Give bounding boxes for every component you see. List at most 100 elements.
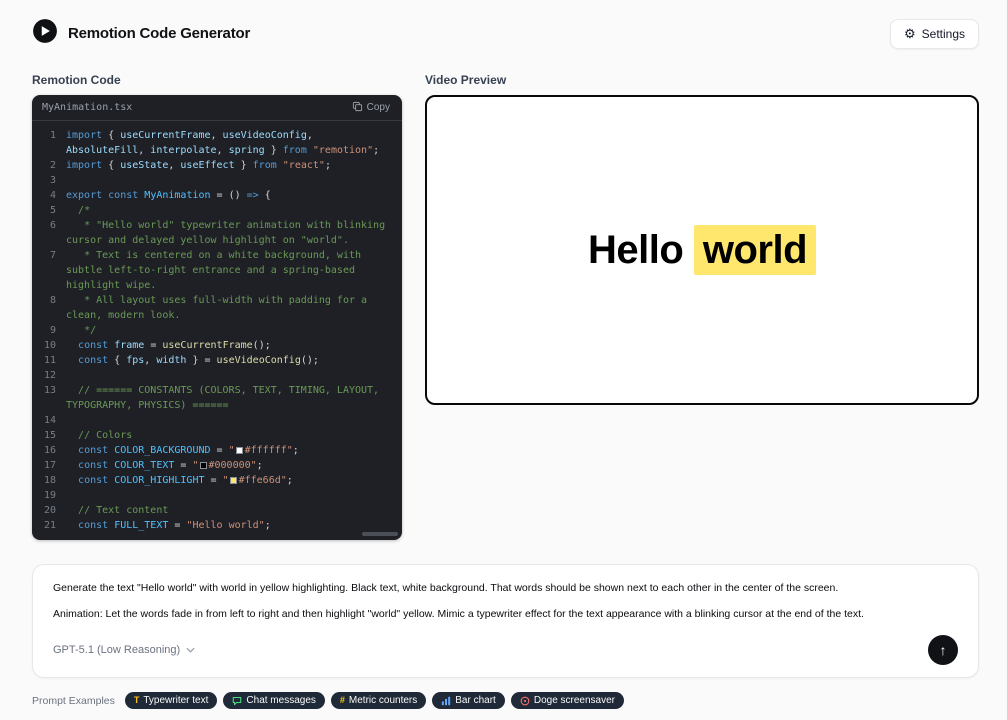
editor-scrollbar[interactable] bbox=[362, 532, 398, 536]
copy-button[interactable]: Copy bbox=[350, 99, 392, 117]
code-token: MyAnimation bbox=[144, 190, 210, 201]
code-line: 19 bbox=[32, 488, 394, 503]
line-number: 16 bbox=[32, 443, 56, 458]
example-pill-typewriter-text[interactable]: TTypewriter text bbox=[125, 692, 218, 709]
code-token: interpolate bbox=[150, 145, 216, 156]
code-token: useEffect bbox=[180, 160, 234, 171]
code-token: FULL_TEXT bbox=[114, 520, 168, 531]
code-token bbox=[66, 415, 72, 426]
code-text: const COLOR_BACKGROUND = "#ffffff"; bbox=[66, 443, 394, 458]
code-text: const COLOR_TEXT = "#000000"; bbox=[66, 458, 394, 473]
code-token: = bbox=[211, 445, 229, 456]
code-token: } bbox=[265, 145, 283, 156]
example-pill-doge-screensaver[interactable]: Doge screensaver bbox=[511, 692, 624, 709]
code-text bbox=[66, 413, 394, 428]
code-token: , bbox=[307, 130, 319, 141]
code-text: // Colors bbox=[66, 428, 394, 443]
code-token: AbsoluteFill bbox=[66, 145, 138, 156]
code-line: 18 const COLOR_HIGHLIGHT = "#ffe66d"; bbox=[32, 473, 394, 488]
code-text: export const MyAnimation = () => { bbox=[66, 188, 394, 203]
code-token: { bbox=[102, 130, 120, 141]
code-token: = bbox=[168, 520, 186, 531]
code-line: 11 const { fps, width } = useVideoConfig… bbox=[32, 353, 394, 368]
code-token: import bbox=[66, 160, 102, 171]
prompt-examples-label: Prompt Examples bbox=[32, 695, 115, 707]
line-number: 9 bbox=[32, 323, 56, 338]
code-token: { bbox=[102, 160, 120, 171]
chevron-down-icon bbox=[186, 647, 195, 653]
code-line: 8 * All layout uses full-width with padd… bbox=[32, 293, 394, 323]
example-pill-label: Metric counters bbox=[349, 695, 417, 706]
preview-section-label: Video Preview bbox=[425, 73, 979, 87]
code-token: ; bbox=[325, 160, 331, 171]
code-token: ; bbox=[265, 520, 271, 531]
code-column: Remotion Code MyAnimation.tsx Copy 1impo… bbox=[32, 49, 402, 540]
prompt-card: Generate the text "Hello world" with wor… bbox=[32, 564, 979, 678]
code-token: const bbox=[78, 475, 108, 486]
line-number: 6 bbox=[32, 218, 56, 248]
code-token: export bbox=[66, 190, 102, 201]
line-number: 7 bbox=[32, 248, 56, 293]
code-token: = bbox=[144, 340, 162, 351]
code-token: COLOR_TEXT bbox=[114, 460, 174, 471]
preview-text-plain: Hello bbox=[588, 228, 694, 272]
settings-button[interactable]: ⚙ Settings bbox=[890, 19, 979, 49]
line-number: 4 bbox=[32, 188, 56, 203]
code-token: useCurrentFrame bbox=[162, 340, 252, 351]
example-pill-metric-counters[interactable]: # Metric counters bbox=[331, 692, 426, 709]
code-token: , bbox=[138, 145, 150, 156]
code-token bbox=[66, 355, 78, 366]
hash-icon: # bbox=[340, 696, 345, 705]
code-token: const bbox=[78, 460, 108, 471]
code-token bbox=[66, 460, 78, 471]
examples-bar: Prompt Examples TTypewriter text Chat mes… bbox=[32, 692, 979, 709]
line-number: 11 bbox=[32, 353, 56, 368]
code-token: const bbox=[78, 445, 108, 456]
code-token bbox=[66, 175, 72, 186]
code-token bbox=[66, 475, 78, 486]
code-token bbox=[66, 370, 72, 381]
code-line: 1import { useCurrentFrame, useVideoConfi… bbox=[32, 128, 394, 158]
code-token: = () bbox=[211, 190, 247, 201]
code-text: const FULL_TEXT = "Hello world"; bbox=[66, 518, 394, 533]
submit-button[interactable]: ↑ bbox=[928, 635, 958, 665]
code-token: " bbox=[192, 460, 198, 471]
code-text: * All layout uses full-width with paddin… bbox=[66, 293, 394, 323]
example-pill-chat-messages[interactable]: Chat messages bbox=[223, 692, 324, 709]
settings-label: Settings bbox=[922, 27, 965, 41]
code-line: 13 // ====== CONSTANTS (COLORS, TEXT, TI… bbox=[32, 383, 394, 413]
code-token: * All layout uses full-width with paddin… bbox=[66, 295, 373, 321]
code-text: const COLOR_HIGHLIGHT = "#ffe66d"; bbox=[66, 473, 394, 488]
code-token: from bbox=[283, 145, 307, 156]
line-number: 8 bbox=[32, 293, 56, 323]
bar-chart-icon bbox=[441, 696, 451, 706]
code-token: "react" bbox=[283, 160, 325, 171]
code-text: const frame = useCurrentFrame(); bbox=[66, 338, 394, 353]
code-token: #000000" bbox=[209, 460, 257, 471]
code-text: // Text content bbox=[66, 503, 394, 518]
color-swatch-icon bbox=[230, 477, 237, 484]
code-line: 5 /* bbox=[32, 203, 394, 218]
code-text bbox=[66, 488, 394, 503]
example-pill-bar-chart[interactable]: Bar chart bbox=[432, 692, 505, 709]
code-token: => bbox=[247, 190, 259, 201]
code-text: import { useCurrentFrame, useVideoConfig… bbox=[66, 128, 394, 158]
editor-header: MyAnimation.tsx Copy bbox=[32, 95, 402, 121]
line-number: 20 bbox=[32, 503, 56, 518]
code-token: * Text is centered on a white background… bbox=[66, 250, 367, 291]
code-token: "remotion" bbox=[313, 145, 373, 156]
copy-icon bbox=[352, 101, 363, 115]
code-token: = bbox=[205, 475, 223, 486]
code-token: COLOR_BACKGROUND bbox=[114, 445, 210, 456]
code-lines: 1import { useCurrentFrame, useVideoConfi… bbox=[32, 121, 402, 540]
code-token: // ====== CONSTANTS (COLORS, TEXT, TIMIN… bbox=[66, 385, 385, 411]
model-selector-label: GPT-5.1 (Low Reasoning) bbox=[53, 644, 180, 656]
video-preview: Hello world bbox=[425, 95, 979, 405]
example-pills: TTypewriter text Chat messages # Metric cou… bbox=[125, 692, 624, 709]
code-token: // Colors bbox=[66, 430, 132, 441]
model-selector[interactable]: GPT-5.1 (Low Reasoning) bbox=[53, 644, 195, 656]
code-token: const bbox=[78, 355, 108, 366]
line-number: 12 bbox=[32, 368, 56, 383]
code-token: useVideoConfig bbox=[223, 130, 307, 141]
code-token: = bbox=[174, 460, 192, 471]
